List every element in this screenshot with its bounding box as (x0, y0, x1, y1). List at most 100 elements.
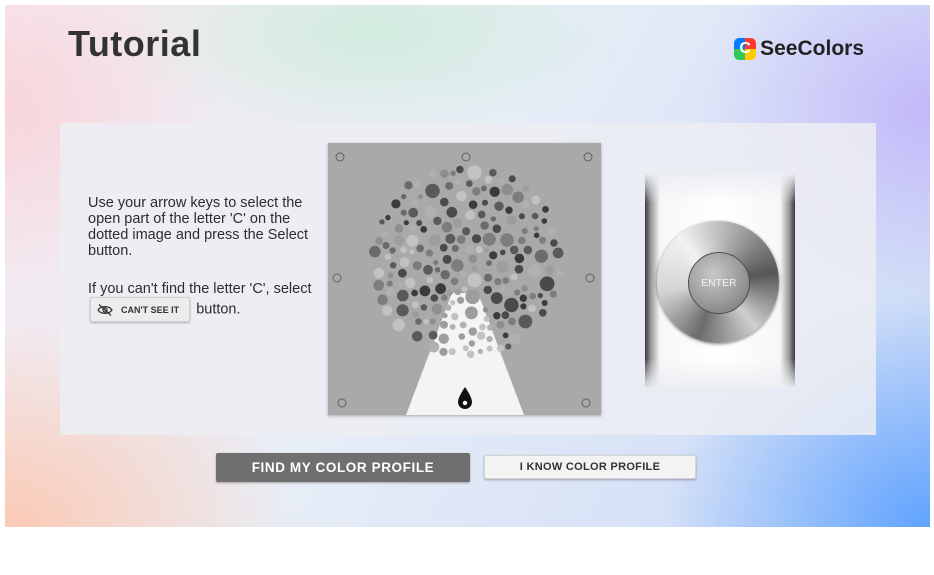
instruction-paragraph-2: If you can't find the letter 'C', select… (88, 281, 318, 322)
plate-dot (426, 276, 434, 284)
plate-dot (482, 232, 496, 246)
plate-dot (486, 336, 493, 343)
cant-see-it-label: CAN'T SEE IT (121, 304, 180, 315)
plate-dot (428, 330, 438, 340)
position-marker[interactable] (335, 152, 345, 162)
plate-dot (465, 289, 480, 305)
position-marker[interactable] (332, 273, 342, 283)
plate-dot (429, 234, 441, 247)
plate-dot (465, 306, 478, 320)
find-my-color-profile-button[interactable]: FIND MY COLOR PROFILE (216, 453, 470, 482)
plate-dot (510, 273, 518, 281)
plate-dot (445, 182, 454, 190)
plate-dot (425, 183, 440, 199)
plate-dot (500, 249, 506, 256)
plate-dot (483, 247, 490, 253)
plate-dot (444, 304, 452, 311)
plate-dot (400, 209, 407, 216)
plate-dot (479, 323, 486, 331)
plate-dot (533, 226, 539, 232)
plate-dot (417, 194, 424, 200)
plate-dot (458, 333, 466, 340)
plate-dot (486, 260, 492, 266)
plate-dot (518, 213, 525, 220)
color-test-area[interactable] (328, 143, 601, 415)
page-title: Tutorial (68, 23, 202, 64)
plate-dot (442, 254, 452, 264)
plate-dot (514, 253, 525, 264)
plate-dot (450, 170, 456, 176)
position-marker[interactable] (337, 398, 347, 408)
plate-dot (466, 245, 475, 254)
plate-dot (430, 294, 439, 302)
plate-dot (382, 305, 393, 316)
plate-dot (445, 233, 456, 244)
plate-dot (399, 257, 410, 268)
remote-illustration: ENTER (645, 173, 795, 389)
plate-dot (377, 294, 388, 305)
i-know-color-profile-button[interactable]: I KNOW COLOR PROFILE (484, 455, 696, 479)
brand: C SeeColors (734, 37, 864, 61)
plate-dot (448, 348, 456, 356)
plate-dot (537, 292, 543, 299)
position-marker[interactable] (581, 398, 591, 408)
plate-dot (452, 218, 463, 228)
brand-name: SeeColors (760, 37, 864, 60)
tutorial-screen: Tutorial C SeeColors Use your arrow keys… (5, 5, 930, 527)
plate-dot (489, 251, 498, 260)
plate-dot (531, 212, 539, 220)
plate-dot (505, 206, 513, 214)
plate-dot (468, 340, 476, 347)
instruction-paragraph-1: Use your arrow keys to select the open p… (88, 195, 309, 259)
plate-dot (423, 264, 433, 275)
enter-button: ENTER (688, 252, 750, 314)
plate-dot (476, 331, 486, 340)
plate-dot (438, 333, 449, 344)
plate-dot (468, 200, 478, 209)
position-marker[interactable] (585, 273, 595, 283)
plate-dot (457, 296, 465, 304)
plate-dot (405, 277, 416, 289)
plate-dot (439, 243, 448, 252)
plate-dot (484, 175, 493, 184)
plate-dot (518, 314, 533, 329)
plate-dot (472, 187, 481, 196)
plate-dot (450, 277, 459, 286)
plate-dot (512, 191, 524, 203)
plate-dot (373, 267, 385, 279)
plate-dot (440, 169, 449, 178)
plate-dot (373, 279, 385, 291)
plate-dot (434, 267, 441, 273)
cant-see-it-button[interactable]: CAN'T SEE IT (90, 297, 191, 322)
plate-dot (440, 270, 450, 280)
position-marker[interactable] (461, 152, 471, 162)
plate-dot (433, 216, 442, 226)
plate-dot (454, 288, 462, 296)
plate-dot (386, 280, 393, 287)
plate-dot (411, 289, 418, 297)
plate-dot (506, 215, 517, 226)
plate-dot (529, 292, 536, 300)
enter-label: ENTER (701, 277, 737, 289)
plate-dot (424, 205, 437, 219)
plate-dot (487, 324, 493, 331)
position-marker[interactable] (583, 152, 593, 162)
plate-dot (456, 165, 464, 174)
plate-dot (462, 227, 471, 236)
plate-dot (533, 232, 540, 239)
plate-dot (539, 309, 547, 317)
plate-dot (489, 186, 500, 197)
remote-dial: ENTER (657, 221, 779, 343)
plate-dot (379, 219, 385, 225)
plate-dot (420, 226, 428, 233)
plate-dot (400, 246, 407, 254)
plate-dot (514, 289, 521, 296)
plate-dot (451, 259, 464, 272)
plate-dot (521, 200, 530, 209)
plate-dot (423, 318, 429, 325)
plate-dot (404, 181, 413, 190)
plate-dot (369, 245, 381, 258)
tutorial-panel: Use your arrow keys to select the open p… (60, 123, 876, 435)
plate-dot (523, 245, 533, 255)
plate-dot (415, 318, 422, 325)
